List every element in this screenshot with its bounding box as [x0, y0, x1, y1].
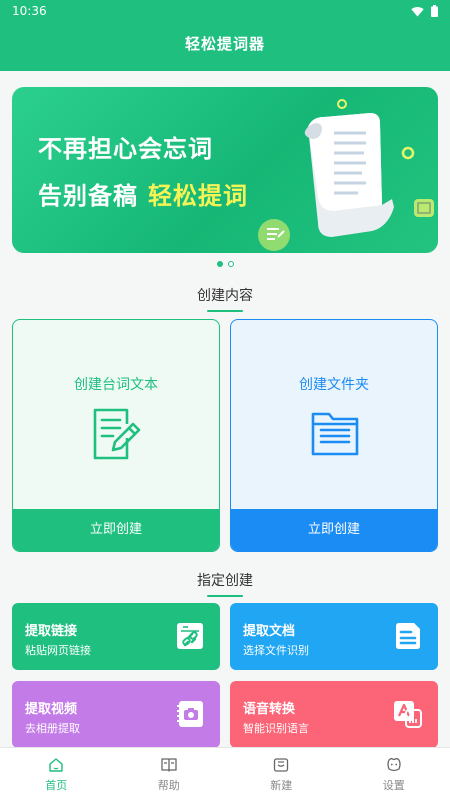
extract-video-tile[interactable]: 提取视频 去相册提取 — [12, 681, 220, 748]
camera-icon — [177, 701, 203, 727]
voice-convert-title: 语音转换 — [243, 702, 296, 717]
app-header: 10:36 轻松提词器 — [0, 0, 450, 71]
status-time: 10:36 — [12, 4, 47, 18]
banner-subline-prefix: 告别备稿 — [38, 182, 138, 210]
specified-section-title: 指定创建 — [197, 573, 253, 589]
banner-subline-highlight: 轻松提词 — [148, 182, 248, 210]
nav-item-help[interactable]: 帮助 — [113, 748, 226, 800]
wifi-icon — [411, 6, 424, 16]
status-icons — [411, 5, 438, 17]
extract-link-tile[interactable]: 提取链接 粘贴网页链接 — [12, 603, 220, 670]
nav-item-settings[interactable]: 设置 — [338, 748, 450, 800]
carousel-indicator[interactable] — [0, 261, 450, 267]
section-underline — [207, 310, 243, 312]
nav-label-new: 新建 — [270, 779, 293, 792]
specified-section-heading: 指定创建 — [0, 570, 450, 597]
folder-icon — [311, 412, 359, 456]
create-section-title: 创建内容 — [197, 288, 253, 304]
settings-face-icon — [387, 757, 401, 772]
carousel-dot[interactable] — [227, 261, 234, 267]
battery-icon — [431, 5, 438, 17]
create-folder-button[interactable]: 立即创建 — [231, 509, 437, 551]
create-script-card[interactable]: 创建台词文本 立即创建 — [12, 319, 220, 552]
extract-link-subtitle: 粘贴网页链接 — [25, 644, 91, 657]
extract-video-subtitle: 去相册提取 — [25, 722, 80, 735]
nav-label-help: 帮助 — [157, 779, 180, 792]
section-underline — [207, 595, 243, 597]
extract-document-tile[interactable]: 提取文档 选择文件识别 — [230, 603, 438, 670]
book-icon — [161, 758, 177, 772]
page-title: 轻松提词器 — [184, 35, 265, 53]
promo-banner[interactable]: 不再担心会忘词 告别备稿 轻松提词 — [12, 87, 438, 253]
create-script-button[interactable]: 立即创建 — [13, 509, 219, 551]
nav-label-home: 首页 — [45, 779, 68, 792]
banner-subline: 告别备稿 轻松提词 — [38, 176, 248, 211]
banner-headline: 不再担心会忘词 — [38, 135, 213, 163]
nav-label-settings: 设置 — [382, 779, 405, 792]
document-icon — [396, 623, 420, 649]
new-icon — [274, 758, 289, 772]
create-folder-title: 创建文件夹 — [299, 377, 369, 393]
edit-document-icon — [93, 408, 141, 460]
banner-illustration — [258, 99, 434, 251]
bottom-nav: 首页 帮助 新建 设置 — [0, 747, 450, 800]
extract-document-title: 提取文档 — [243, 624, 296, 639]
link-icon — [177, 623, 203, 649]
create-script-title: 创建台词文本 — [74, 377, 158, 393]
translate-icon — [394, 701, 422, 728]
nav-item-home[interactable]: 首页 — [0, 748, 113, 800]
extract-document-subtitle: 选择文件识别 — [243, 644, 309, 657]
create-folder-card[interactable]: 创建文件夹 立即创建 — [230, 319, 438, 552]
extract-video-title: 提取视频 — [25, 702, 78, 717]
voice-convert-tile[interactable]: 语音转换 智能识别语言 — [230, 681, 438, 748]
create-section-heading: 创建内容 — [0, 285, 450, 312]
carousel-dot-active[interactable] — [216, 261, 223, 267]
home-icon — [49, 758, 63, 772]
voice-convert-subtitle: 智能识别语言 — [243, 722, 309, 735]
status-bar: 10:36 — [0, 0, 450, 22]
extract-link-title: 提取链接 — [25, 624, 78, 639]
nav-item-new[interactable]: 新建 — [225, 748, 338, 800]
